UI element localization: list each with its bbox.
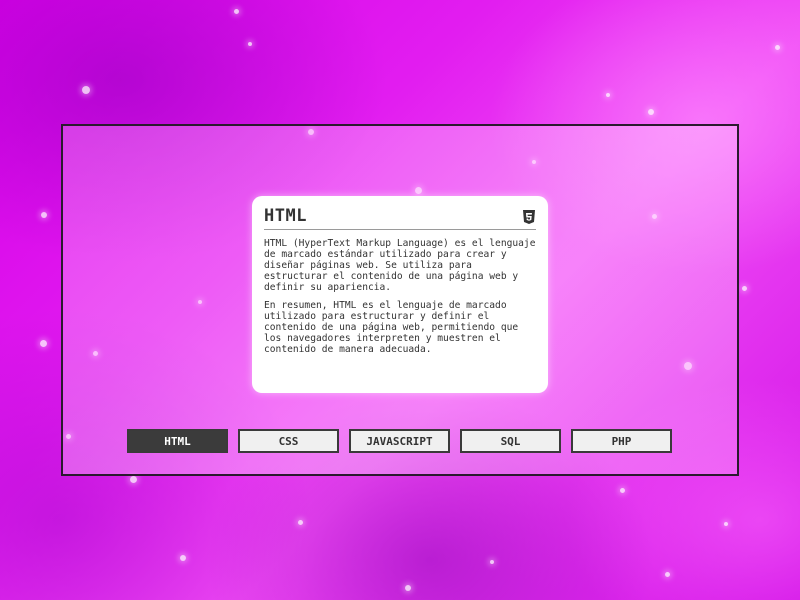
sparkle (82, 86, 90, 94)
tab-css[interactable]: CSS (238, 429, 339, 453)
sparkle (724, 522, 728, 526)
sparkle (490, 560, 494, 564)
sparkle (620, 488, 625, 493)
sparkle (405, 585, 411, 591)
html5-icon (522, 209, 536, 224)
sparkle (41, 212, 47, 218)
card-header: HTML (264, 206, 536, 230)
sparkle (248, 42, 252, 46)
card-paragraph: En resumen, HTML es el lenguaje de marca… (264, 300, 519, 355)
sparkle (298, 520, 303, 525)
sparkle (40, 340, 47, 347)
sparkle (775, 45, 780, 50)
sparkle (742, 286, 747, 291)
sparkle (130, 476, 137, 483)
tab-javascript[interactable]: JAVASCRIPT (349, 429, 450, 453)
sparkle (180, 555, 186, 561)
tab-php[interactable]: PHP (571, 429, 672, 453)
tab-html[interactable]: HTML (127, 429, 228, 453)
info-card: HTML HTML (HyperText Markup Language) es… (252, 196, 548, 393)
sparkle (234, 9, 239, 14)
tab-sql[interactable]: SQL (460, 429, 561, 453)
sparkle (606, 93, 610, 97)
sparkle (648, 109, 654, 115)
language-tabs: HTML CSS JAVASCRIPT SQL PHP (127, 429, 672, 453)
sparkle (665, 572, 670, 577)
card-title: HTML (264, 206, 307, 226)
card-paragraph: HTML (HyperText Markup Language) es el l… (264, 238, 536, 293)
